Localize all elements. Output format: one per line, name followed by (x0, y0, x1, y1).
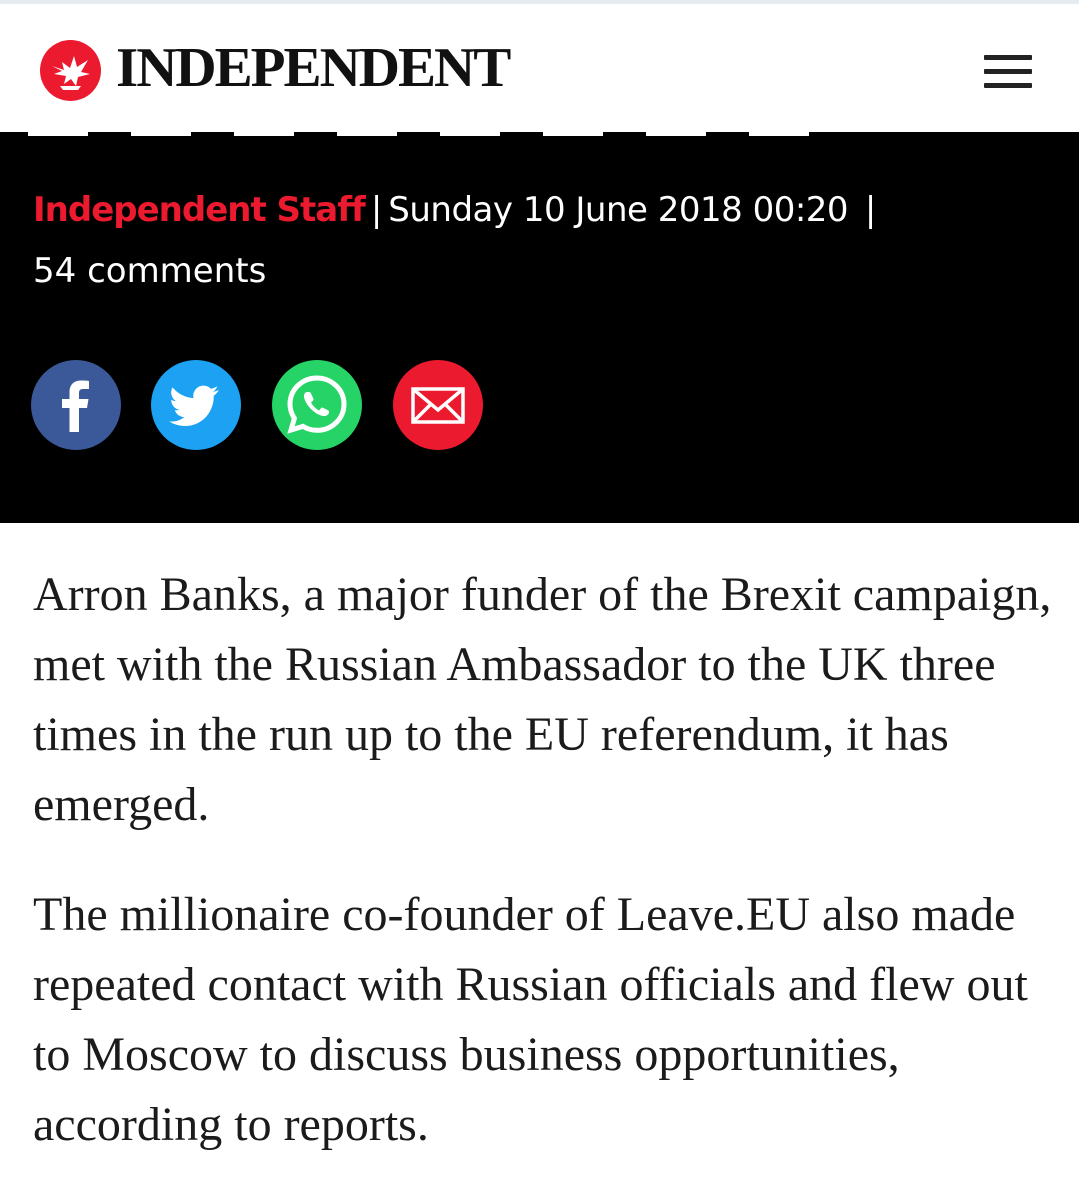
menu-bar-middle (984, 69, 1032, 74)
article-header-band: ▬ ▬ ▬ ▬ ▬ ▬ ▬ ▬ Independent Staff|Sunday… (0, 132, 1079, 523)
site-header: INDEPENDENT (0, 4, 1079, 132)
byline-separator-2: | (864, 190, 877, 230)
email-share-button[interactable] (393, 360, 483, 450)
eagle-logo-icon[interactable] (40, 40, 101, 101)
hamburger-menu-icon (984, 55, 1032, 60)
author-link[interactable]: Independent Staff (33, 190, 366, 230)
facebook-share-button[interactable] (31, 360, 121, 450)
byline-separator: | (370, 190, 383, 230)
article-byline: Independent Staff | Sunday 10 June 2018 00… (33, 184, 1033, 297)
menu-button[interactable] (984, 52, 1032, 92)
twitter-icon (169, 385, 219, 426)
whatsapp-icon (287, 375, 347, 434)
site-logo-text[interactable]: INDEPENDENT (116, 36, 511, 100)
publish-date: Sunday 10 June 2018 00:20 (388, 190, 849, 230)
twitter-share-button[interactable] (151, 360, 241, 450)
share-buttons (31, 360, 491, 452)
article-paragraph: Arron Banks, a major funder of the Brexi… (33, 568, 1052, 831)
menu-bar-bottom (984, 83, 1032, 88)
comments-link[interactable]: 54 comments (33, 245, 1033, 297)
facebook-icon (62, 380, 89, 432)
email-icon (411, 387, 465, 424)
article-paragraph: The millionaire co-founder of Leave.EU a… (33, 888, 1028, 1151)
whatsapp-share-button[interactable] (272, 360, 362, 450)
headline-overflow-fragment: ▬ ▬ ▬ ▬ ▬ ▬ ▬ ▬ (28, 132, 823, 151)
article-body: Arron Banks, a major funder of the Brexi… (33, 560, 1053, 1200)
